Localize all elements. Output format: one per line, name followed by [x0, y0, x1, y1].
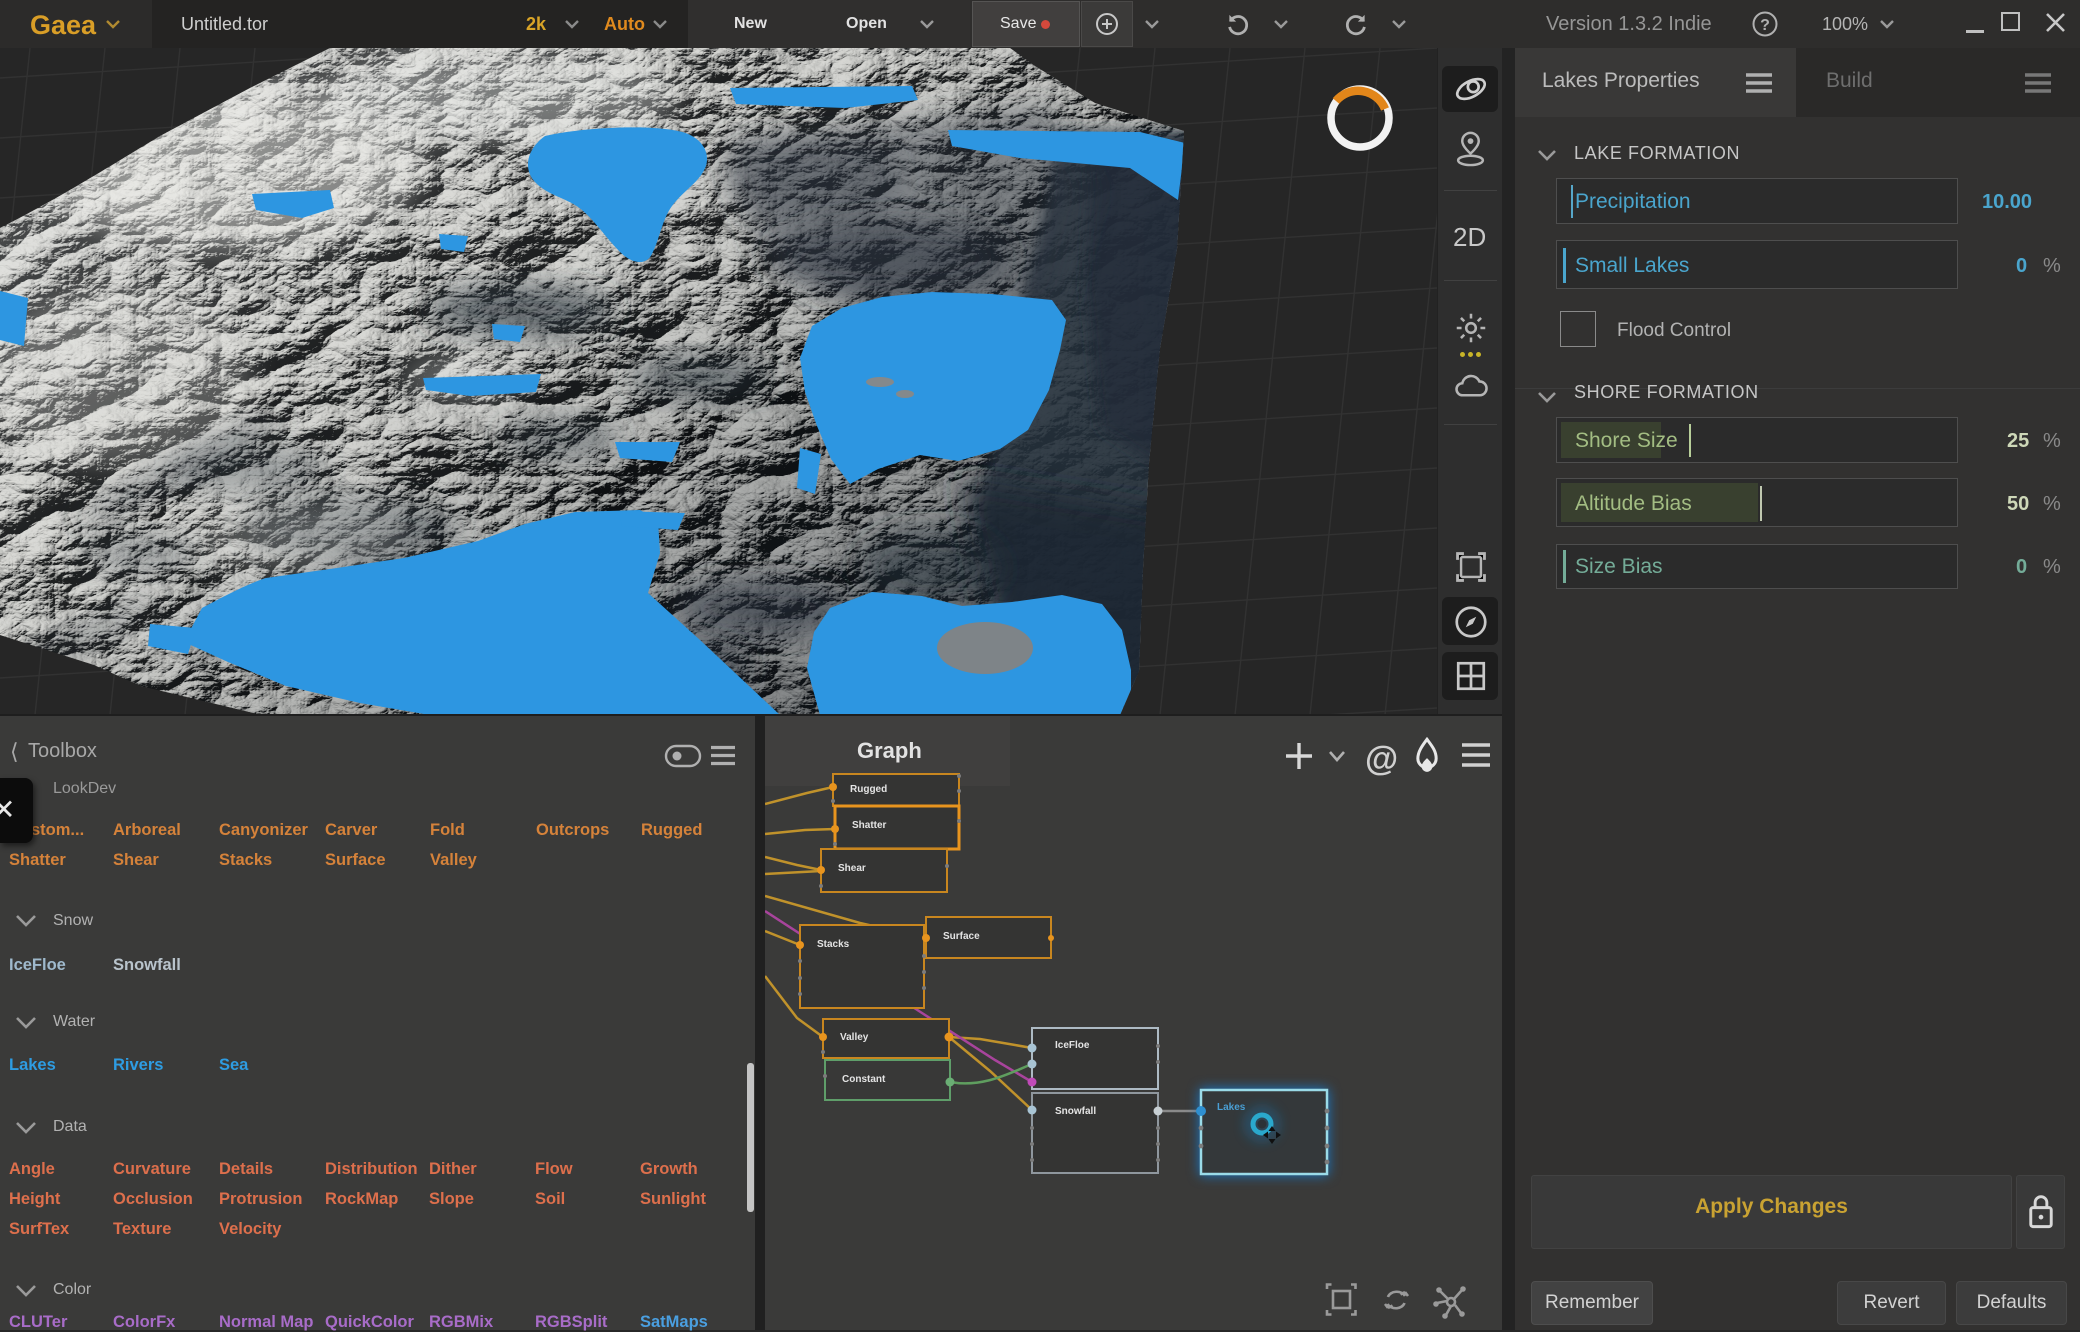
svg-text:Constant: Constant	[842, 1074, 886, 1085]
svg-text:IceFloe: IceFloe	[1055, 1040, 1090, 1051]
svg-text:Shatter: Shatter	[852, 820, 887, 831]
svg-text:Valley: Valley	[840, 1032, 869, 1043]
svg-text:Surface: Surface	[943, 931, 980, 942]
svg-text:?: ?	[1760, 17, 1770, 34]
svg-text:Snowfall: Snowfall	[1055, 1106, 1096, 1117]
svg-text:Lakes: Lakes	[1217, 1102, 1246, 1113]
svg-text:Shear: Shear	[838, 863, 866, 874]
svg-text:Stacks: Stacks	[817, 939, 850, 950]
svg-text:Rugged: Rugged	[850, 784, 887, 795]
